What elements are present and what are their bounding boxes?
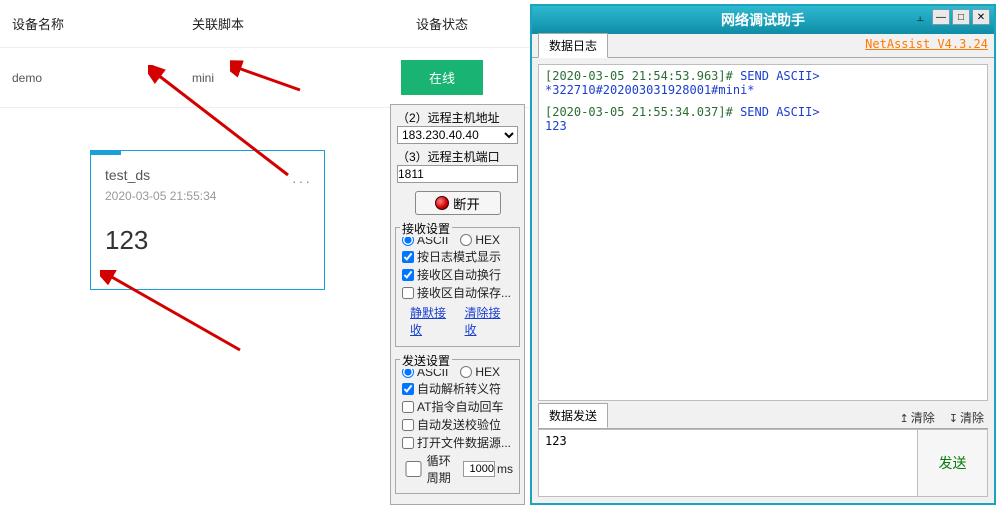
minimize-button[interactable]: — <box>932 9 950 25</box>
send-checksum-checkbox[interactable] <box>402 419 414 431</box>
clear-up-link[interactable]: ↥清除 <box>896 407 939 428</box>
log-payload-1: *322710#202003031928001#mini* <box>545 83 981 97</box>
maximize-button[interactable]: □ <box>952 9 970 25</box>
log-payload-2: 123 <box>545 119 981 133</box>
netassist-window: 网络调试助手 ⫠ — □ ✕ 数据日志 NetAssist V4.3.24 [2… <box>530 4 996 505</box>
card-value: 123 <box>105 225 310 256</box>
tab-data-send[interactable]: 数据发送 <box>538 403 608 428</box>
log-cmd-2: SEND ASCII> <box>740 105 819 119</box>
send-header: 发送设置 <box>400 352 452 369</box>
card-more-icon[interactable]: ··· <box>292 173 312 189</box>
log-ts-1: [2020-03-05 21:54:53.963]# <box>545 69 740 83</box>
remote-host-combo[interactable]: 183.230.40.40 <box>397 126 518 144</box>
config-panel: （2）远程主机地址 183.230.40.40 （3）远程主机端口 断开 接收设… <box>390 104 525 505</box>
send-button[interactable]: 发送 <box>918 429 988 497</box>
host-section-header: （2）远程主机地址 <box>391 105 524 126</box>
arrow-down-icon: ↧ <box>949 413 958 425</box>
col-name: 设备名称 <box>12 14 192 33</box>
clear-down-link[interactable]: ↧清除 <box>945 407 988 428</box>
recv-header: 接收设置 <box>400 220 452 237</box>
close-button[interactable]: ✕ <box>972 9 990 25</box>
remote-port-input[interactable] <box>397 165 518 183</box>
port-label: （3）远程主机端口 <box>391 144 524 165</box>
send-atcr-checkbox[interactable] <box>402 401 414 413</box>
send-hex-radio[interactable] <box>460 366 472 378</box>
brand-link[interactable]: NetAssist V4.3.24 <box>865 37 988 51</box>
recv-logmode-checkbox[interactable] <box>402 251 414 263</box>
send-textarea[interactable] <box>538 429 918 497</box>
cell-script: mini <box>192 71 372 85</box>
window-titlebar[interactable]: 网络调试助手 ⫠ — □ ✕ <box>532 6 994 34</box>
disconnect-button[interactable]: 断开 <box>415 191 501 215</box>
clear-recv-link[interactable]: 清除接收 <box>465 304 510 338</box>
card-timestamp: 2020-03-05 21:55:34 <box>105 189 310 203</box>
record-dot-icon <box>435 196 449 210</box>
recv-hex-radio[interactable] <box>460 234 472 246</box>
table-header: 设备名称 关联脚本 设备状态 <box>0 0 530 48</box>
tab-data-log[interactable]: 数据日志 <box>538 33 608 58</box>
disconnect-label: 断开 <box>453 194 480 213</box>
pause-recv-link[interactable]: 静默接收 <box>410 304 455 338</box>
status-online-button[interactable]: 在线 <box>401 60 483 95</box>
col-script: 关联脚本 <box>192 14 372 33</box>
table-row[interactable]: demo mini 在线 <box>0 48 530 108</box>
send-openfile-checkbox[interactable] <box>402 437 414 449</box>
col-status: 设备状态 <box>372 14 512 33</box>
recv-autosave-checkbox[interactable] <box>402 287 414 299</box>
send-cycle-checkbox[interactable] <box>402 461 425 477</box>
send-cycle-input[interactable] <box>463 461 495 477</box>
log-cmd-1: SEND ASCII> <box>740 69 819 83</box>
pin-icon[interactable]: ⫠ <box>917 10 924 25</box>
log-area[interactable]: [2020-03-05 21:54:53.963]# SEND ASCII> *… <box>538 64 988 401</box>
send-escape-checkbox[interactable] <box>402 383 414 395</box>
recv-autowrap-checkbox[interactable] <box>402 269 414 281</box>
cell-name: demo <box>12 71 192 85</box>
datastream-card[interactable]: ··· test_ds 2020-03-05 21:55:34 123 <box>90 150 325 290</box>
log-ts-2: [2020-03-05 21:55:34.037]# <box>545 105 740 119</box>
window-title: 网络调试助手 <box>721 10 805 30</box>
arrow-up-icon: ↥ <box>900 413 909 425</box>
card-title: test_ds <box>105 167 310 183</box>
